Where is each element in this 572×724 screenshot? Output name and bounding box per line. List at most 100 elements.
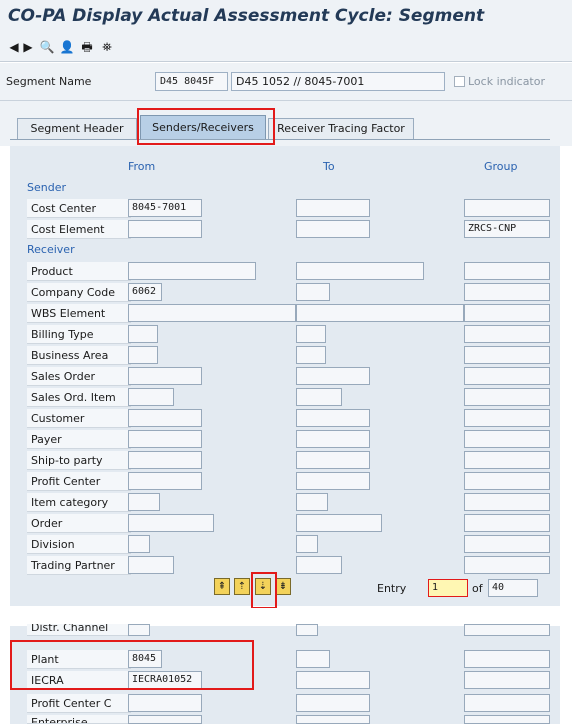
product-group-field[interactable]	[464, 262, 550, 280]
print-icon[interactable]: 🖶	[78, 39, 96, 55]
segment-description-field[interactable]: D45 1052 // 8045-7001	[231, 72, 445, 91]
distr-channel-to-field[interactable]	[296, 624, 318, 636]
hierarchy-icon[interactable]: ⛯	[98, 39, 116, 55]
ship-to-party-from-field[interactable]	[128, 451, 202, 469]
trading-partner-to-field[interactable]	[296, 556, 342, 574]
cost-center-label: Cost Center	[27, 199, 131, 218]
ship-to-party-group-field[interactable]	[464, 451, 550, 469]
wbs-element-group-field[interactable]	[464, 304, 550, 322]
tab-senders-receivers[interactable]: Senders/Receivers	[140, 115, 266, 140]
iecra-from-field[interactable]: IECRA01052	[128, 671, 202, 689]
payer-label: Payer	[27, 430, 131, 449]
column-header-group: Group	[484, 160, 518, 173]
lock-indicator-checkbox[interactable]	[454, 76, 465, 87]
product-to-field[interactable]	[296, 262, 424, 280]
sales-ord-item-group-field[interactable]	[464, 388, 550, 406]
next-page-button[interactable]: ⇣	[255, 578, 271, 595]
plant-group-field[interactable]	[464, 650, 550, 668]
order-group-field[interactable]	[464, 514, 550, 532]
find-binoculars-icon[interactable]: 🔍	[38, 39, 56, 55]
profit-center-c-label: Profit Center C	[27, 694, 131, 713]
profit-center-c-to-field[interactable]	[296, 694, 370, 712]
plant-to-field[interactable]	[296, 650, 330, 668]
trading-partner-from-field[interactable]	[128, 556, 174, 574]
back-arrow-icon[interactable]: ◀	[8, 39, 20, 55]
customer-from-field[interactable]	[128, 409, 202, 427]
sales-ord-item-from-field[interactable]	[128, 388, 174, 406]
segment-code-field[interactable]: D45 8045F	[155, 72, 228, 91]
cost-element-group-field[interactable]: ZRCS-CNP	[464, 220, 550, 238]
senders-receivers-panel-continued: Distr. Channel Plant 8045 IECRA IECRA010…	[10, 624, 560, 724]
sales-ord-item-label: Sales Ord. Item	[27, 388, 131, 407]
enterprise-to-field[interactable]	[296, 715, 370, 724]
tab-segment-header[interactable]: Segment Header	[17, 118, 137, 140]
customer-group-field[interactable]	[464, 409, 550, 427]
division-to-field[interactable]	[296, 535, 318, 553]
billing-type-group-field[interactable]	[464, 325, 550, 343]
product-label: Product	[27, 262, 131, 281]
iecra-group-field[interactable]	[464, 671, 550, 689]
company-code-to-field[interactable]	[296, 283, 330, 301]
previous-page-button[interactable]: ⇡	[234, 578, 250, 595]
section-sender: Sender	[27, 181, 66, 194]
billing-type-from-field[interactable]	[128, 325, 158, 343]
tab-receiver-tracing-factor[interactable]: Receiver Tracing Factor	[268, 118, 414, 140]
trading-partner-group-field[interactable]	[464, 556, 550, 574]
company-code-group-field[interactable]	[464, 283, 550, 301]
total-entries-field: 40	[488, 579, 538, 597]
first-page-button[interactable]: ⇞	[214, 578, 230, 595]
billing-type-to-field[interactable]	[296, 325, 326, 343]
cost-element-to-field[interactable]	[296, 220, 370, 238]
profit-center-c-group-field[interactable]	[464, 694, 550, 712]
last-page-button[interactable]: ⇟	[275, 578, 291, 595]
forward-arrow-icon[interactable]: ▶	[22, 39, 34, 55]
distr-channel-from-field[interactable]	[128, 624, 150, 636]
division-label: Division	[27, 535, 131, 554]
senders-receivers-panel: From To Group Sender Cost Center 8045-70…	[10, 146, 560, 606]
profit-center-group-field[interactable]	[464, 472, 550, 490]
wbs-element-from-field[interactable]	[128, 304, 296, 322]
customer-label: Customer	[27, 409, 131, 428]
payer-to-field[interactable]	[296, 430, 370, 448]
division-from-field[interactable]	[128, 535, 150, 553]
section-receiver: Receiver	[27, 243, 75, 256]
business-area-label: Business Area	[27, 346, 131, 365]
cost-center-from-field[interactable]: 8045-7001	[128, 199, 202, 217]
sales-ord-item-to-field[interactable]	[296, 388, 342, 406]
item-category-group-field[interactable]	[464, 493, 550, 511]
item-category-to-field[interactable]	[296, 493, 328, 511]
distr-channel-group-field[interactable]	[464, 624, 550, 636]
payer-group-field[interactable]	[464, 430, 550, 448]
ship-to-party-to-field[interactable]	[296, 451, 370, 469]
lock-indicator-label: Lock indicator	[468, 75, 545, 88]
business-area-group-field[interactable]	[464, 346, 550, 364]
order-to-field[interactable]	[296, 514, 382, 532]
sales-order-group-field[interactable]	[464, 367, 550, 385]
product-from-field[interactable]	[128, 262, 256, 280]
enterprise-from-field[interactable]	[128, 715, 202, 724]
company-code-from-field[interactable]: 6062	[128, 283, 162, 301]
business-area-from-field[interactable]	[128, 346, 158, 364]
enterprise-group-field[interactable]	[464, 715, 550, 724]
profit-center-to-field[interactable]	[296, 472, 370, 490]
payer-from-field[interactable]	[128, 430, 202, 448]
customer-to-field[interactable]	[296, 409, 370, 427]
user-icon[interactable]: 👤	[58, 39, 76, 55]
cost-center-to-field[interactable]	[296, 199, 370, 217]
plant-from-field[interactable]: 8045	[128, 650, 162, 668]
division-group-field[interactable]	[464, 535, 550, 553]
entry-field[interactable]: 1	[428, 579, 468, 597]
wbs-element-to-field[interactable]	[296, 304, 464, 322]
profit-center-c-from-field[interactable]	[128, 694, 202, 712]
trading-partner-label: Trading Partner	[27, 556, 131, 575]
item-category-from-field[interactable]	[128, 493, 160, 511]
sales-order-to-field[interactable]	[296, 367, 370, 385]
sales-order-from-field[interactable]	[128, 367, 202, 385]
cost-center-group-field[interactable]	[464, 199, 550, 217]
profit-center-from-field[interactable]	[128, 472, 202, 490]
cost-element-from-field[interactable]	[128, 220, 202, 238]
cost-element-label: Cost Element	[27, 220, 131, 239]
order-from-field[interactable]	[128, 514, 214, 532]
iecra-to-field[interactable]	[296, 671, 370, 689]
business-area-to-field[interactable]	[296, 346, 326, 364]
